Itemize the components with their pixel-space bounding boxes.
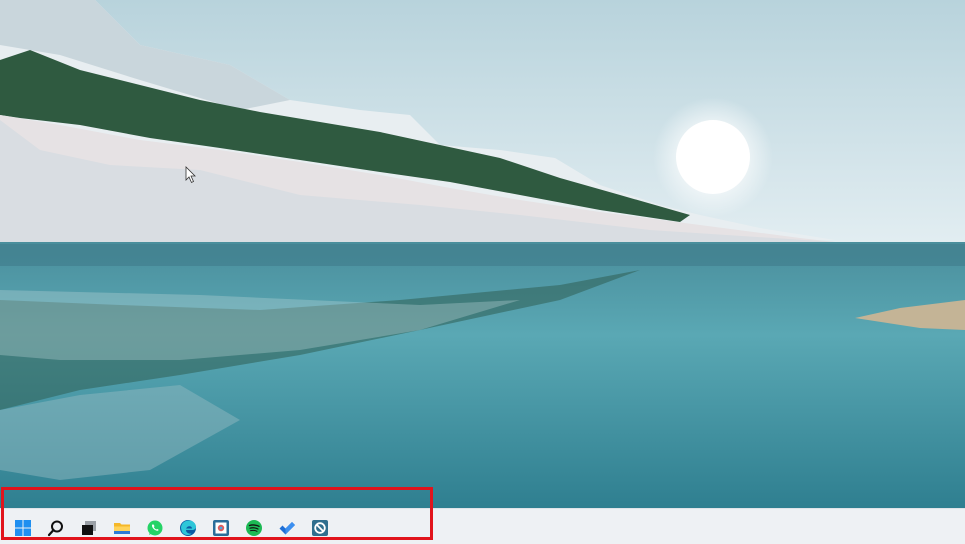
search-icon — [47, 520, 63, 536]
folder-icon — [113, 522, 130, 534]
desktop-wallpaper — [0, 0, 965, 508]
block-app-button[interactable] — [307, 515, 332, 540]
photo-app-icon — [212, 519, 229, 536]
task-view-icon — [81, 520, 96, 535]
whatsapp-button[interactable] — [142, 515, 167, 540]
search-button[interactable] — [43, 515, 68, 540]
spotify-icon — [245, 519, 262, 536]
spotify-button[interactable] — [241, 515, 266, 540]
block-app-icon — [311, 519, 328, 536]
taskbar-pinned-apps — [10, 515, 332, 540]
checkmark-icon — [279, 521, 295, 534]
edge-button[interactable] — [175, 515, 200, 540]
todo-button[interactable] — [274, 515, 299, 540]
file-explorer-button[interactable] — [109, 515, 134, 540]
task-view-button[interactable] — [76, 515, 101, 540]
whatsapp-icon — [147, 520, 162, 535]
mouse-cursor-icon — [185, 166, 196, 184]
start-button[interactable] — [10, 515, 35, 540]
taskbar — [0, 508, 965, 544]
edge-icon — [179, 519, 196, 536]
photo-app-button[interactable] — [208, 515, 233, 540]
windows-logo-icon — [14, 519, 31, 536]
